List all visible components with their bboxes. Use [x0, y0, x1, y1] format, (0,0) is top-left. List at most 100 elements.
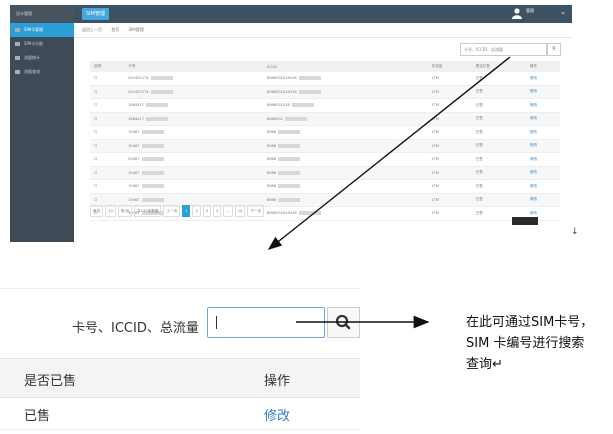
search-input[interactable]: 卡号、ICCID、总流量: [460, 43, 547, 56]
row-checkbox[interactable]: ☐: [90, 179, 125, 194]
user-menu[interactable]: 管理 ⌄: [502, 5, 572, 23]
col-card: 卡号: [124, 61, 263, 72]
redacted-block: [284, 116, 307, 121]
search-button-zoomed[interactable]: [327, 307, 360, 338]
redacted-block: [141, 157, 164, 162]
edit-link-text[interactable]: 修改: [530, 184, 537, 188]
edit-link[interactable]: 修改: [525, 85, 560, 99]
search-input-zoomed[interactable]: [207, 307, 325, 338]
checkbox-icon[interactable]: ☐: [94, 103, 97, 107]
sold-status-text: 已售: [475, 129, 483, 134]
checkbox-icon[interactable]: ☐: [94, 144, 97, 148]
sidebar-item-label: 流量查询: [24, 69, 40, 74]
edit-link[interactable]: 修改: [525, 125, 560, 140]
row-checkbox[interactable]: ☐: [90, 152, 125, 167]
iccid-value: 8986: [262, 179, 428, 194]
sidebar-item-label: 流量统计: [24, 55, 40, 60]
edit-link-text[interactable]: 修改: [530, 116, 537, 120]
pager-item[interactable]: ...: [223, 205, 233, 217]
redacted-block: [141, 170, 164, 175]
sold-status-text: 已售: [475, 102, 483, 107]
iccid-value-text: 8986032016418: [266, 76, 297, 81]
row-checkbox[interactable]: ☐: [90, 72, 125, 86]
edit-link-text[interactable]: 修改: [530, 89, 537, 93]
row-checkbox[interactable]: ☐: [90, 125, 125, 140]
iccid-value: 8986032016418: [262, 85, 428, 99]
app-logo[interactable]: SIM管理: [82, 8, 109, 20]
edit-link-text[interactable]: 修改: [530, 143, 537, 147]
redacted-block: [150, 76, 173, 81]
edit-link-text[interactable]: 修改: [530, 103, 537, 107]
pager-item[interactable]: 1: [182, 205, 191, 217]
pager-item[interactable]: 10: [105, 205, 116, 217]
checkbox-icon[interactable]: ☐: [94, 130, 97, 134]
edit-link[interactable]: 修改: [525, 179, 560, 194]
checkbox-icon[interactable]: ☐: [94, 171, 97, 175]
pager-item[interactable]: 条/页: [117, 205, 133, 217]
edit-link-text[interactable]: 修改: [530, 157, 537, 161]
sidebar-item-sim-assign[interactable]: SIM卡分配: [10, 37, 74, 51]
edit-link-text[interactable]: 修改: [530, 76, 537, 80]
sold-status: 已售: [471, 152, 526, 167]
sold-status-text: 已售: [475, 156, 483, 161]
edit-link-text[interactable]: 修改: [530, 130, 537, 134]
edit-link[interactable]: 修改: [525, 112, 560, 126]
row-checkbox[interactable]: ☐: [90, 139, 125, 153]
sidebar-item-sim-manage[interactable]: SIM卡管理: [10, 23, 74, 37]
edit-link[interactable]: 修改: [525, 193, 560, 207]
edit-link-text[interactable]: 修改: [530, 197, 537, 201]
sidebar-item-flow-stats[interactable]: 流量统计: [10, 51, 74, 65]
row-checkbox[interactable]: ☐: [90, 98, 125, 113]
col-op-header: 操作: [264, 374, 291, 389]
edit-link[interactable]: 修改: [525, 166, 560, 180]
sold-status-text: 已售: [475, 170, 483, 175]
sim-table: 选择 卡号 ICCID 总流量 是否已售 操作 ☐ 201452174 898603…: [90, 61, 560, 221]
sold-status-text: 已售: [475, 197, 483, 202]
row-checkbox[interactable]: ☐: [90, 166, 125, 180]
checkbox-icon[interactable]: ☐: [94, 157, 97, 161]
chevron-down-icon[interactable]: ⌄: [560, 8, 566, 16]
checkbox-icon[interactable]: ☐: [94, 76, 97, 80]
search-button[interactable]: ⚲: [547, 43, 561, 56]
user-avatar-icon: [512, 8, 522, 19]
text-caret: [216, 316, 217, 329]
pager-item[interactable]: 4: [213, 205, 222, 217]
edit-link[interactable]: 修改: [525, 98, 560, 113]
pager-item[interactable]: 共131条数据: [134, 205, 162, 217]
flow-value: 1TM: [427, 193, 472, 207]
checkbox-icon[interactable]: ☐: [94, 117, 97, 121]
edit-link[interactable]: 修改: [525, 152, 560, 167]
pager-item[interactable]: 3: [202, 205, 212, 217]
edit-link-text[interactable]: 修改: [530, 211, 537, 215]
pager-item[interactable]: 上一页: [163, 205, 181, 217]
checkbox-icon[interactable]: ☐: [94, 198, 97, 202]
edit-link[interactable]: 修改: [525, 139, 560, 153]
flow-value-text: 1TM: [431, 76, 440, 81]
card-number: 201452174: [124, 72, 263, 86]
iccid-value: 8986032016418: [262, 206, 428, 221]
redacted-block: [298, 89, 321, 94]
checkbox-icon[interactable]: ☐: [94, 90, 97, 94]
flow-value-text: 1TM: [431, 143, 440, 148]
checkbox-icon[interactable]: ☐: [94, 184, 97, 188]
edit-link[interactable]: 修改: [264, 405, 290, 424]
iccid-value-text: 8986: [266, 130, 277, 135]
search-icon: [335, 314, 351, 330]
flow-value-text: 1TM: [431, 89, 440, 94]
row-checkbox[interactable]: ☐: [90, 112, 125, 126]
pager-item[interactable]: 首页: [90, 205, 104, 217]
flow-value-text: 1TM: [431, 103, 440, 108]
sold-status: 已售: [471, 179, 526, 194]
flow-value: 1TM: [427, 112, 472, 126]
card-number-text: 1684417: [128, 116, 145, 121]
home-link[interactable]: 首页: [111, 27, 119, 32]
sold-status: 已售: [471, 98, 526, 113]
row-checkbox[interactable]: ☐: [90, 85, 125, 99]
pager-item[interactable]: 2: [192, 205, 201, 217]
sidebar-item-flow-query[interactable]: 流量查询: [10, 65, 74, 79]
edit-link[interactable]: 修改: [525, 72, 560, 86]
pager-item[interactable]: 下一页: [247, 205, 265, 217]
pager-item[interactable]: 16: [234, 205, 246, 217]
edit-link-text[interactable]: 修改: [530, 170, 537, 174]
back-link[interactable]: 返回上一页: [82, 27, 102, 32]
